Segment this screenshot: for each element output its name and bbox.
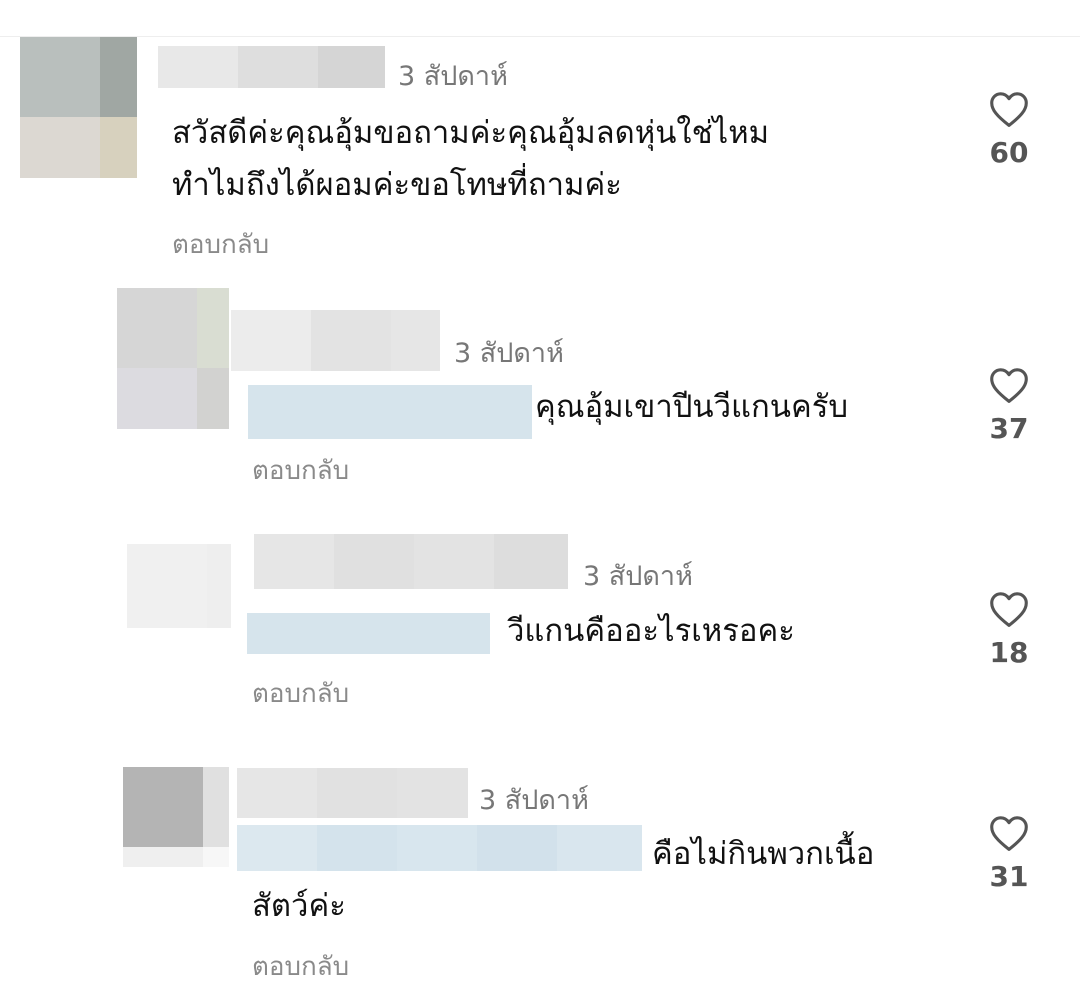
like-count: 60: [989, 136, 1029, 169]
mention-redacted[interactable]: [237, 825, 642, 871]
username-redacted[interactable]: [158, 46, 385, 88]
like-button[interactable]: 37: [974, 366, 1044, 445]
reply-button[interactable]: ตอบกลับ: [252, 946, 349, 987]
heart-outline-icon: [990, 368, 1028, 403]
like-button[interactable]: 31: [974, 814, 1044, 893]
like-button[interactable]: 60: [974, 90, 1044, 169]
reply-button[interactable]: ตอบกลับ: [172, 224, 269, 265]
comment-text: คือไม่กินพวกเนื้อ: [652, 836, 875, 872]
like-button[interactable]: 18: [974, 590, 1044, 669]
avatar[interactable]: [20, 37, 137, 178]
like-count: 37: [989, 412, 1029, 445]
comment-timestamp: 3 สัปดาห์: [398, 61, 508, 92]
like-count: 18: [989, 636, 1029, 669]
avatar[interactable]: [127, 544, 231, 628]
username-redacted[interactable]: [231, 310, 440, 371]
username-redacted[interactable]: [237, 768, 468, 818]
reply-button[interactable]: ตอบกลับ: [252, 450, 349, 491]
heart-outline-icon: [990, 592, 1028, 627]
heart-outline-icon: [990, 816, 1028, 851]
like-count: 31: [989, 860, 1029, 893]
heart-outline-icon: [990, 92, 1028, 127]
avatar[interactable]: [123, 767, 229, 867]
comment-timestamp: 3 สัปดาห์: [454, 338, 564, 369]
comment-text: คุณอุ้มเขาปีนวีแกนครับ: [535, 389, 849, 425]
mention-redacted[interactable]: [247, 613, 490, 654]
username-redacted[interactable]: [254, 534, 568, 589]
comment-text: วีแกนคืออะไรเหรอคะ: [507, 613, 795, 649]
top-divider: [0, 36, 1080, 37]
comment-timestamp: 3 สัปดาห์: [583, 561, 693, 592]
reply-button[interactable]: ตอบกลับ: [252, 673, 349, 714]
avatar[interactable]: [117, 288, 229, 429]
mention-redacted[interactable]: [248, 385, 532, 439]
comment-timestamp: 3 สัปดาห์: [479, 785, 589, 816]
comment-text-line-2: สัตว์ค่ะ: [252, 888, 346, 924]
comment-text: สวัสดีค่ะคุณอุ้มขอถามค่ะคุณอุ้มลดหุ่นใช่…: [172, 115, 770, 203]
